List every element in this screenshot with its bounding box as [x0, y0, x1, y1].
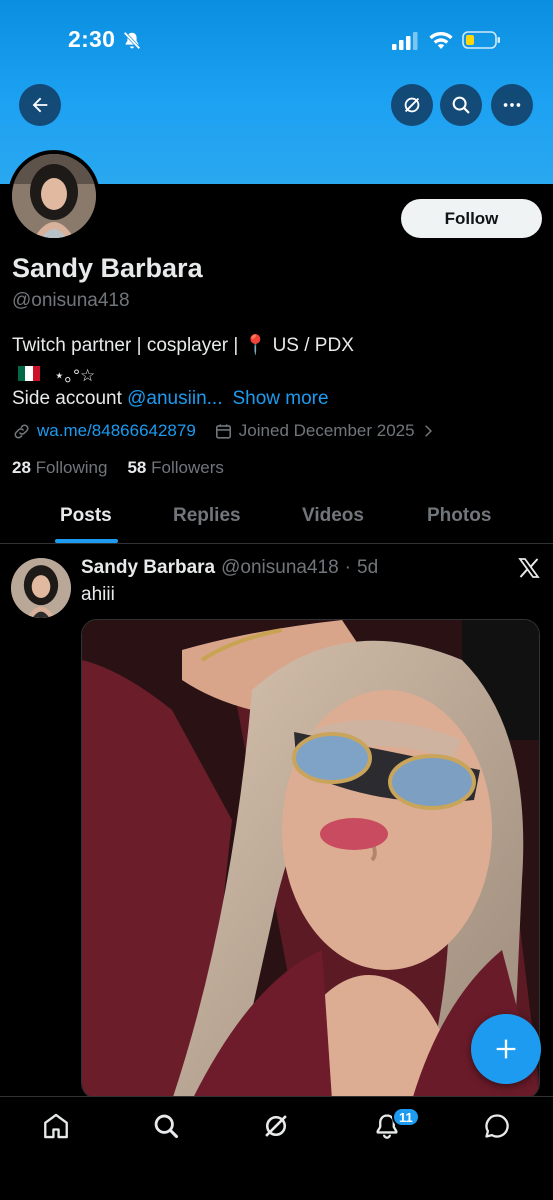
profile-avatar[interactable]: [8, 150, 100, 242]
nav-grok[interactable]: [262, 1112, 290, 1140]
nav-search[interactable]: [152, 1112, 180, 1140]
cellular-signal-icon: [392, 32, 418, 50]
grok-icon: [265, 1115, 287, 1137]
nav-home[interactable]: [42, 1112, 70, 1140]
bell-muted-icon: [123, 31, 141, 50]
post-age: 5d: [357, 557, 379, 578]
website-link[interactable]: wa.me/84866642879: [37, 421, 196, 441]
bio-line: ⋆｡°☆: [18, 361, 95, 386]
avatar-image: [12, 154, 96, 238]
joined-date: Joined December 2025: [238, 421, 415, 440]
tab-replies[interactable]: Replies: [173, 505, 241, 527]
notification-badge: 11: [392, 1107, 420, 1127]
followers-label: Followers: [151, 458, 224, 477]
grok-button[interactable]: [391, 84, 433, 126]
followers-count: 58: [127, 458, 147, 477]
home-icon: [44, 1113, 68, 1139]
back-button[interactable]: [19, 84, 61, 126]
mexico-flag-icon: [18, 366, 40, 381]
chevron-right-icon[interactable]: [421, 424, 435, 438]
x-logo-icon: [518, 558, 540, 578]
compose-post-button[interactable]: [471, 1014, 541, 1084]
profile-display-name: Sandy Barbara: [12, 253, 203, 283]
wifi-icon: [429, 31, 453, 49]
following-link[interactable]: 28 Following: [12, 458, 107, 478]
bio-line: Twitch partner | cosplayer | 📍 US / PDX: [12, 335, 354, 356]
search-icon: [154, 1114, 179, 1139]
grok-icon: [404, 97, 420, 113]
messages-icon: [485, 1114, 509, 1138]
plus-icon: [496, 1039, 516, 1059]
link-icon: [14, 423, 29, 439]
tab-photos[interactable]: Photos: [427, 505, 491, 527]
following-label: Following: [35, 458, 108, 477]
post-author-handle: @onisuna418: [221, 557, 339, 578]
post-header: Sandy Barbara @onisuna418 · 5d: [81, 557, 378, 579]
post-text: ahiii: [81, 584, 115, 605]
bio-text: Side account: [12, 388, 128, 409]
calendar-icon: [215, 423, 231, 439]
more-dots-icon: [503, 103, 521, 107]
bottom-navigation: 11: [0, 1096, 553, 1200]
mention-link[interactable]: @anusiin...: [127, 388, 222, 409]
profile-meta: wa.me/84866642879 Joined December 2025: [12, 421, 435, 441]
more-options-button[interactable]: [491, 84, 533, 126]
battery-low-icon: [462, 31, 500, 49]
follow-button[interactable]: Follow: [401, 199, 542, 238]
profile-tabs: Posts Replies Videos Photos: [0, 495, 553, 544]
post-separator: ·: [344, 557, 351, 578]
followers-link[interactable]: 58 Followers: [127, 458, 223, 478]
post-author-name[interactable]: Sandy Barbara: [81, 557, 215, 579]
post-image[interactable]: [81, 619, 540, 1099]
avatar-image: [11, 558, 71, 618]
nav-messages[interactable]: [483, 1112, 511, 1140]
active-tab-indicator: [55, 539, 118, 543]
show-more-link[interactable]: Show more: [232, 388, 328, 409]
follow-counts: 28 Following 58 Followers: [12, 458, 224, 478]
bio-decoration: ⋆｡°☆: [54, 366, 96, 385]
status-time: 2:30: [68, 26, 116, 52]
profile-handle: @onisuna418: [12, 290, 130, 311]
bio-line: Side account @anusiin... Show more: [12, 388, 329, 410]
tab-videos[interactable]: Videos: [302, 505, 364, 527]
search-icon: [452, 96, 470, 114]
search-button[interactable]: [440, 84, 482, 126]
arrow-left-icon: [32, 97, 48, 113]
post-author-avatar[interactable]: [11, 558, 71, 618]
tab-posts[interactable]: Posts: [60, 505, 112, 527]
following-count: 28: [12, 458, 31, 477]
post-photo: [82, 620, 539, 1098]
